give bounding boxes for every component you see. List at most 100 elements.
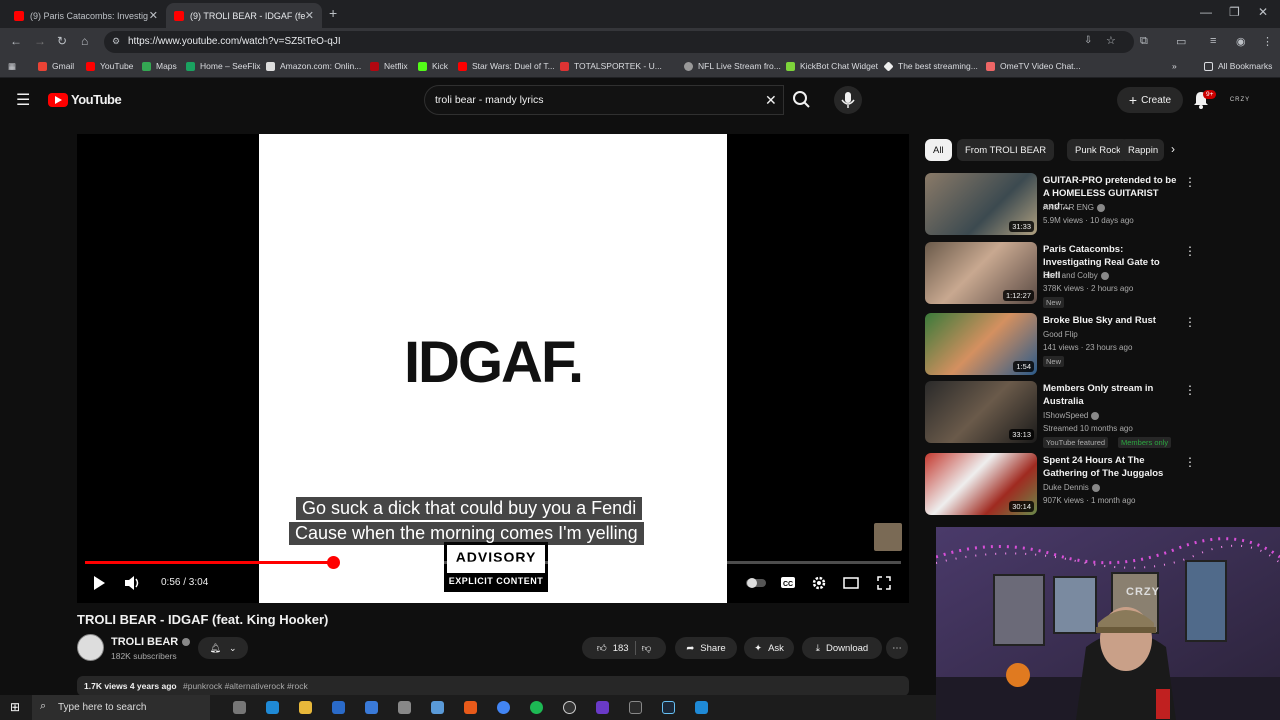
bookmark-kick[interactable]: Kick (418, 61, 448, 71)
install-app-icon[interactable]: ⇩ (1084, 35, 1092, 46)
video-thumbnail[interactable]: 30:14 (925, 453, 1037, 515)
hamburger-menu-icon[interactable]: ☰ (16, 90, 30, 110)
recommendation-item[interactable]: 30:14 Spent 24 Hours At The Gathering of… (925, 453, 1205, 517)
more-vertical-icon[interactable]: ⋮ (1184, 383, 1196, 397)
fullscreen-button[interactable] (876, 575, 892, 591)
url-text[interactable]: https://www.youtube.com/watch?v=SZ5tTeO-… (128, 36, 341, 47)
video-player[interactable]: IDGAF. ADVISORY EXPLICIT CONTENT Go suck… (77, 134, 909, 603)
progress-bar[interactable] (85, 556, 901, 569)
bookmark-youtube[interactable]: YouTube (86, 61, 133, 71)
terminal-icon[interactable] (629, 701, 642, 714)
app-icon[interactable] (431, 701, 444, 714)
channel-name[interactable]: TROLI BEAR (111, 636, 191, 648)
bookmark-star-icon[interactable]: ☆ (1106, 34, 1116, 47)
theater-mode-button[interactable] (843, 575, 859, 591)
chip-from-channel[interactable]: From TROLI BEAR (957, 139, 1055, 161)
chrome-icon[interactable] (497, 701, 510, 714)
bookmark-amazon[interactable]: Amazon.com: Onlin... (266, 61, 361, 71)
video-thumbnail[interactable]: 33:13 (925, 381, 1037, 443)
like-button[interactable]: 👍︎ 183 (597, 642, 629, 655)
more-vertical-icon[interactable]: ⋮ (1184, 175, 1196, 189)
bookmarks-overflow-icon[interactable]: » (1172, 61, 1177, 71)
scrubber-handle[interactable] (327, 556, 341, 569)
share-button[interactable]: ➦ Share (675, 637, 737, 659)
rec-channel[interactable]: IShowSpeed (1043, 411, 1100, 420)
menu-icon[interactable]: ⋮ (1262, 35, 1273, 48)
download-button[interactable]: ⤓ Download (802, 637, 882, 659)
search-query-text[interactable]: troli bear - mandy lyrics (435, 94, 544, 106)
bookmark-nfl[interactable]: NFL Live Stream fro... (684, 61, 781, 71)
more-vertical-icon[interactable]: ⋮ (1184, 315, 1196, 329)
close-window-icon[interactable]: ✕ (1258, 5, 1268, 19)
calculator-icon[interactable] (365, 701, 378, 714)
recommendation-item[interactable]: 33:13 Members Only stream in Australia I… (925, 381, 1205, 448)
video-thumbnail[interactable]: 1:12:27 (925, 242, 1037, 304)
clear-search-icon[interactable]: ✕ (765, 92, 777, 109)
more-vertical-icon[interactable]: ⋮ (1184, 455, 1196, 469)
steam-icon[interactable] (662, 701, 675, 714)
autoplay-toggle[interactable] (745, 575, 767, 591)
rec-channel[interactable]: Good Flip (1043, 330, 1078, 339)
browser-tab[interactable]: (9) Paris Catacombs: Investigati ✕ (6, 3, 166, 28)
description-box[interactable]: 1.7K views 4 years ago #punkrock #altern… (77, 676, 909, 696)
rec-title[interactable]: Members Only stream in Australia (1043, 382, 1178, 408)
recommendation-item[interactable]: 31:33 GUITAR-PRO pretended to be A HOMEL… (925, 173, 1205, 237)
channel-avatar[interactable] (77, 634, 104, 661)
site-info-icon[interactable]: ⚙ (112, 36, 120, 47)
recommendation-item[interactable]: 1:12:27 Paris Catacombs: Investigating R… (925, 242, 1205, 308)
bookmark-kickbot[interactable]: KickBot Chat Widget (786, 61, 878, 71)
close-tab-icon[interactable]: ✕ (305, 9, 314, 22)
rec-channel[interactable]: AKSTAR ENG (1043, 203, 1105, 212)
store-icon[interactable] (332, 701, 345, 714)
rec-channel[interactable]: Duke Dennis (1043, 483, 1100, 492)
taskbar-search-box[interactable]: ⌕ Type here to search (32, 695, 210, 720)
edge-icon[interactable] (266, 701, 279, 714)
more-vertical-icon[interactable]: ⋮ (1184, 244, 1196, 258)
bookmark-netflix[interactable]: Netflix (370, 61, 408, 71)
bookmark-streaming[interactable]: The best streaming... (883, 60, 978, 72)
all-bookmarks[interactable]: All Bookmarks (1204, 61, 1272, 71)
spotify-icon[interactable] (530, 701, 543, 714)
search-input[interactable]: troli bear - mandy lyrics ✕ (424, 85, 784, 115)
youtube-logo[interactable]: YouTube (48, 92, 122, 107)
reload-icon[interactable]: ↻ (57, 34, 67, 48)
bookmark-gmail[interactable]: Gmail (38, 61, 74, 71)
media-icon[interactable]: ≡ (1210, 35, 1216, 47)
maximize-icon[interactable]: ❐ (1229, 5, 1240, 19)
settings-button[interactable] (811, 575, 827, 591)
rec-channel[interactable]: Sam and Colby (1043, 271, 1109, 280)
bookmark-seeflix[interactable]: Home – SeeFlix (186, 61, 260, 71)
omnibox[interactable]: ⚙ https://www.youtube.com/watch?v=SZ5tTe… (104, 31, 1134, 53)
more-actions-button[interactable]: ⋯ (886, 637, 908, 659)
subscription-bell-button[interactable]: 🔔︎ ⌄ (198, 637, 248, 659)
file-explorer-icon[interactable] (299, 701, 312, 714)
forward-icon[interactable]: → (34, 34, 46, 48)
windows-start-icon[interactable]: ⊞ (10, 700, 20, 714)
chevron-right-icon[interactable]: › (1171, 142, 1175, 156)
app-icon[interactable] (464, 701, 477, 714)
play-button[interactable] (92, 575, 106, 591)
side-panel-icon[interactable]: ▭ (1176, 35, 1186, 48)
hashtags[interactable]: #punkrock #alternativerock #rock (183, 681, 308, 691)
browser-tab-active[interactable]: (9) TROLI BEAR - IDGAF (feat. K ✕ (166, 3, 322, 28)
home-icon[interactable]: ⌂ (81, 34, 88, 48)
bookmark-ometv[interactable]: OmeTV Video Chat... (986, 61, 1081, 71)
bookmark-maps[interactable]: Maps (142, 61, 177, 71)
back-icon[interactable]: ← (10, 34, 22, 48)
obs-icon[interactable] (563, 701, 576, 714)
ask-button[interactable]: ✦ Ask (744, 637, 794, 659)
minimize-icon[interactable]: — (1200, 5, 1212, 19)
close-tab-icon[interactable]: ✕ (149, 9, 158, 22)
recommendation-item[interactable]: 1:54 Broke Blue Sky and Rust Good Flip 1… (925, 313, 1205, 377)
extensions-icon[interactable]: ⧉ (1140, 35, 1148, 48)
search-button[interactable] (784, 85, 820, 115)
new-tab-button[interactable]: + (329, 5, 337, 21)
create-button[interactable]: + Create (1117, 87, 1183, 113)
captions-button[interactable]: CC (780, 575, 796, 591)
rec-title[interactable]: Spent 24 Hours At The Gathering of The J… (1043, 454, 1178, 480)
app-icon[interactable] (695, 701, 708, 714)
video-thumbnail[interactable]: 31:33 (925, 173, 1037, 235)
chip-all[interactable]: All (925, 139, 952, 161)
dislike-button[interactable]: 👎︎ (642, 642, 652, 654)
app-icon[interactable] (398, 701, 411, 714)
